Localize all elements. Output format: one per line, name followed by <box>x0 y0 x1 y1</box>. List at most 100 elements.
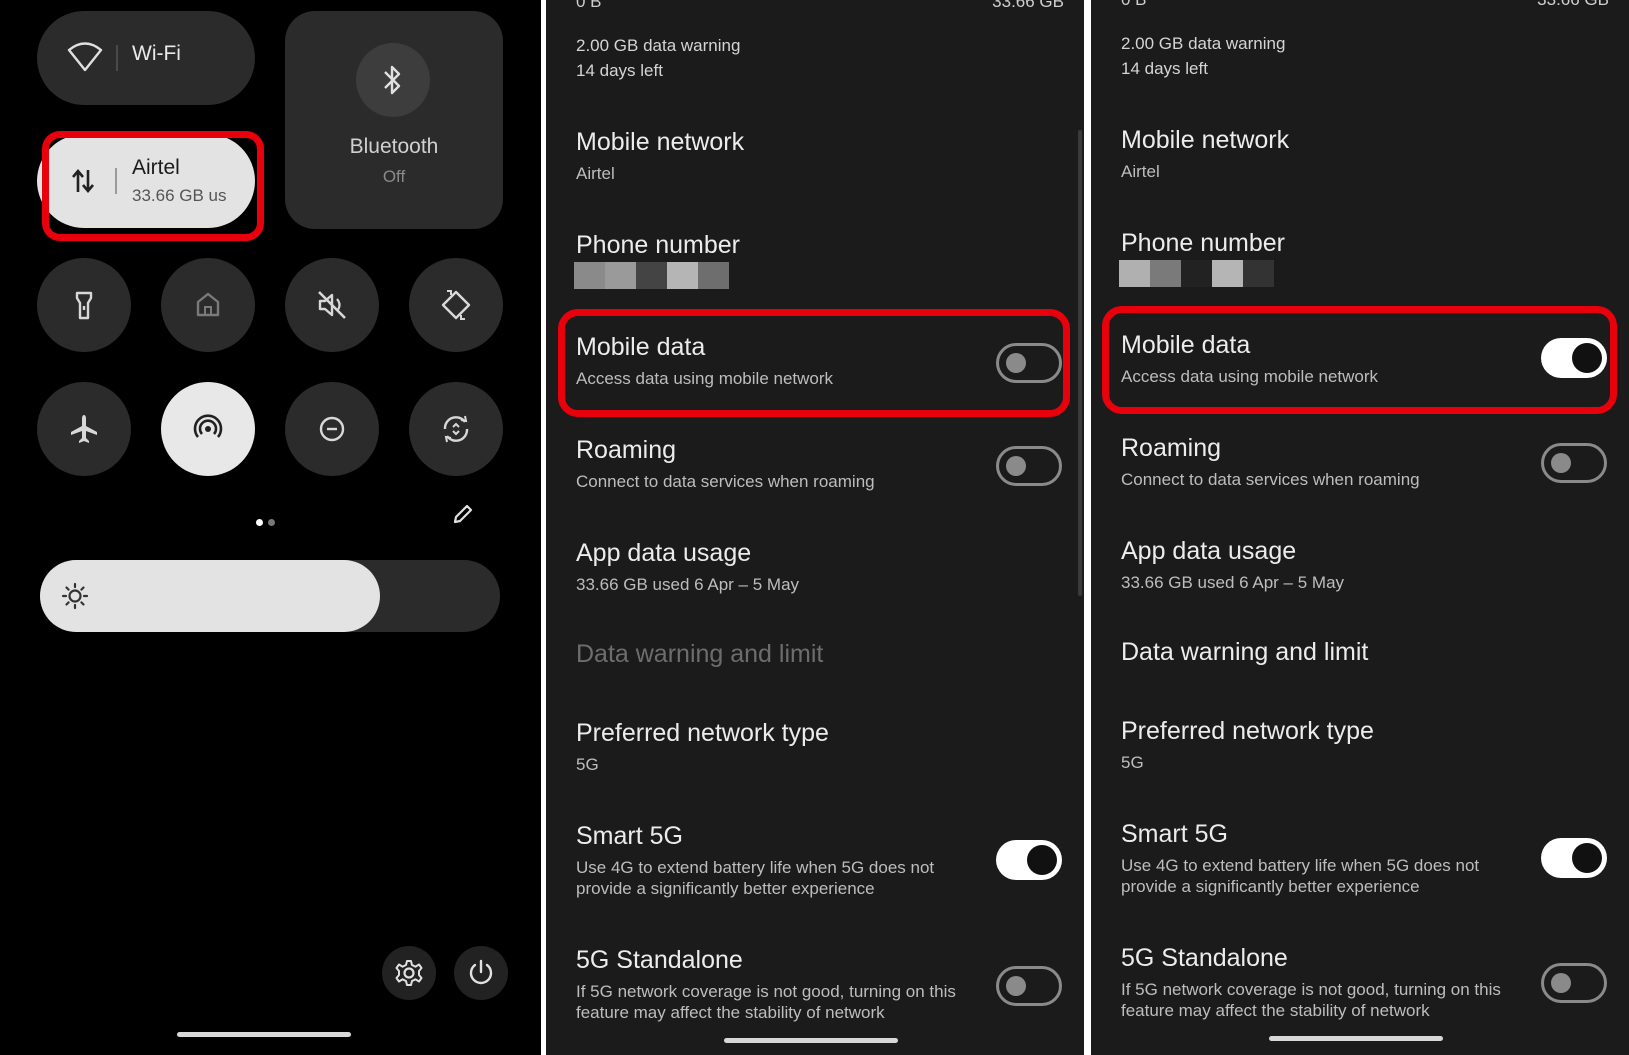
sound-tile[interactable] <box>285 258 379 352</box>
mobile-network-settings-before: 0 B 33.66 GB 2.00 GB data warning 14 day… <box>546 0 1084 1055</box>
settings-button[interactable] <box>382 946 436 1000</box>
item-title: Mobile data <box>1121 331 1251 359</box>
toggle-knob <box>1572 843 1602 873</box>
item-title: Smart 5G <box>1121 820 1228 848</box>
days-left-text: 14 days left <box>1121 59 1208 78</box>
phone-number-item[interactable]: Phone number <box>576 231 1064 260</box>
mobile-data-arrows-icon <box>72 168 94 194</box>
item-title: Preferred network type <box>1121 717 1374 745</box>
data-warning-text: 2.00 GB data warning <box>1121 34 1286 53</box>
smart-5g-item[interactable]: Smart 5G Use 4G to extend battery life w… <box>1121 820 1609 897</box>
phone-number-redacted <box>574 262 729 289</box>
roaming-item[interactable]: Roaming Connect to data services when ro… <box>1121 434 1609 490</box>
smart-5g-toggle[interactable] <box>996 840 1062 880</box>
home-indicator[interactable] <box>724 1038 898 1043</box>
smart-5g-toggle[interactable] <box>1541 838 1607 878</box>
brightness-slider[interactable] <box>40 560 500 632</box>
5g-standalone-toggle[interactable] <box>996 966 1062 1006</box>
toggle-knob <box>1551 453 1571 473</box>
item-subtitle: If 5G network coverage is not good, turn… <box>1121 980 1501 1020</box>
usage-max: 33.66 GB <box>992 0 1064 11</box>
bluetooth-tile[interactable]: Bluetooth Off <box>285 11 503 229</box>
usage-range: 0 B 33.66 GB <box>576 0 1064 12</box>
gear-icon <box>395 960 423 986</box>
mobile-data-item[interactable]: Mobile data Access data using mobile net… <box>576 333 1064 389</box>
mobile-data-toggle[interactable] <box>1541 338 1607 378</box>
scrollbar[interactable] <box>1078 130 1082 596</box>
mute-icon <box>318 291 346 319</box>
home-tile[interactable] <box>161 258 255 352</box>
smart-5g-item[interactable]: Smart 5G Use 4G to extend battery life w… <box>576 822 1064 899</box>
roaming-toggle[interactable] <box>996 446 1062 486</box>
flashlight-tile[interactable] <box>37 258 131 352</box>
toggle-knob <box>1006 456 1026 476</box>
roaming-item[interactable]: Roaming Connect to data services when ro… <box>576 436 1064 492</box>
item-subtitle: 5G <box>1121 753 1144 772</box>
item-subtitle: Airtel <box>576 164 615 183</box>
5g-standalone-item[interactable]: 5G Standalone If 5G network coverage is … <box>1121 944 1609 1021</box>
toggle-knob <box>1006 353 1026 373</box>
mobile-network-settings-after: 0 B 33.66 GB 2.00 GB data warning 14 day… <box>1091 0 1629 1055</box>
5g-standalone-toggle[interactable] <box>1541 963 1607 1003</box>
mobile-network-item[interactable]: Mobile network Airtel <box>1121 126 1609 182</box>
item-subtitle: Airtel <box>1121 162 1160 181</box>
brightness-level[interactable] <box>40 560 381 632</box>
app-data-usage-item[interactable]: App data usage 33.66 GB used 6 Apr – 5 M… <box>576 539 1064 595</box>
divider <box>115 168 117 194</box>
item-title: Roaming <box>1121 434 1222 462</box>
page-dot <box>268 519 275 526</box>
mobile-data-tile[interactable]: Airtel 33.66 GB us <box>37 134 255 228</box>
airplane-tile[interactable] <box>37 382 131 476</box>
item-subtitle: 33.66 GB used 6 Apr – 5 May <box>1121 573 1345 592</box>
power-icon <box>469 959 493 985</box>
toggle-knob <box>1572 343 1602 373</box>
home-indicator[interactable] <box>1269 1036 1443 1041</box>
preferred-network-item[interactable]: Preferred network type 5G <box>1121 717 1609 773</box>
page-dot-active <box>256 519 263 526</box>
item-title: Mobile data <box>576 333 706 361</box>
brightness-sun-icon <box>61 582 89 610</box>
preferred-network-item[interactable]: Preferred network type 5G <box>576 719 1064 775</box>
item-subtitle: 5G <box>576 755 599 774</box>
data-warning-limit-item[interactable]: Data warning and limit <box>1121 638 1609 667</box>
item-title: Roaming <box>576 436 677 464</box>
mobile-data-item[interactable]: Mobile data Access data using mobile net… <box>1121 331 1609 387</box>
hotspot-tile[interactable] <box>161 382 255 476</box>
toggle-knob <box>1551 973 1571 993</box>
power-button[interactable] <box>454 946 508 1000</box>
item-subtitle: Use 4G to extend battery life when 5G do… <box>576 858 935 898</box>
wifi-icon <box>67 42 103 72</box>
divider <box>116 45 118 71</box>
item-subtitle: Use 4G to extend battery life when 5G do… <box>1121 856 1480 896</box>
data-warning-text: 2.00 GB data warning <box>576 36 741 55</box>
item-title: 5G Standalone <box>1121 944 1288 972</box>
auto-rotate-tile[interactable] <box>409 258 503 352</box>
home-indicator[interactable] <box>177 1032 351 1037</box>
data-saver-tile[interactable] <box>409 382 503 476</box>
item-title: Mobile network <box>576 128 745 156</box>
wifi-tile[interactable]: Wi-Fi <box>37 11 255 105</box>
item-title: Phone number <box>576 231 741 259</box>
mobile-usage-label: 33.66 GB us <box>132 186 227 205</box>
bluetooth-toggle[interactable] <box>356 43 430 117</box>
item-subtitle: 33.66 GB used 6 Apr – 5 May <box>576 575 800 594</box>
do-not-disturb-tile[interactable] <box>285 382 379 476</box>
mobile-carrier-label: Airtel <box>132 156 180 179</box>
item-title: App data usage <box>576 539 752 567</box>
usage-max: 33.66 GB <box>1537 0 1609 10</box>
mobile-data-toggle[interactable] <box>996 343 1062 383</box>
bluetooth-label: Bluetooth <box>349 135 439 158</box>
app-data-usage-item[interactable]: App data usage 33.66 GB used 6 Apr – 5 M… <box>1121 537 1609 593</box>
mobile-network-item[interactable]: Mobile network Airtel <box>576 128 1064 184</box>
home-icon <box>196 292 220 317</box>
toggle-knob <box>1006 976 1026 996</box>
edit-pencil-icon[interactable] <box>451 502 475 526</box>
roaming-toggle[interactable] <box>1541 443 1607 483</box>
item-title: Data warning and limit <box>576 640 824 668</box>
data-warning-limit-item: Data warning and limit <box>576 640 1064 669</box>
bluetooth-icon <box>384 65 401 95</box>
5g-standalone-item[interactable]: 5G Standalone If 5G network coverage is … <box>576 946 1064 1023</box>
bluetooth-state: Off <box>382 167 406 186</box>
item-subtitle: Connect to data services when roaming <box>576 472 875 491</box>
phone-number-item[interactable]: Phone number <box>1121 229 1609 258</box>
